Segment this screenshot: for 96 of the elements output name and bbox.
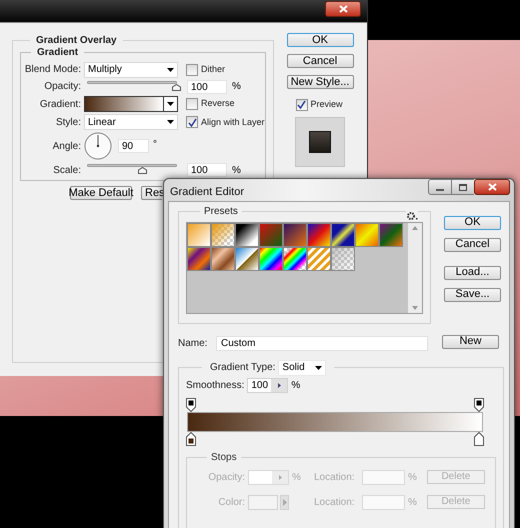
close-icon [338, 5, 348, 13]
dialog-button[interactable]: Cancel [286, 54, 354, 68]
dialog-button[interactable]: OK [286, 33, 354, 47]
gradient-swatch[interactable] [331, 246, 355, 270]
gradient-swatch[interactable] [187, 222, 211, 246]
location-field[interactable] [362, 470, 405, 484]
field-label: Location: [314, 496, 356, 510]
checkbox-label: Reverse [201, 97, 235, 110]
gradient-swatch[interactable] [235, 222, 259, 246]
field-label: Gradient Type: [210, 361, 276, 375]
dropdown-arrow-icon [167, 120, 174, 124]
dialog-button[interactable]: OK [444, 216, 501, 230]
field-label: Location: [314, 470, 356, 484]
angle-dial[interactable] [84, 132, 112, 160]
dropdown-arrow-icon [167, 68, 174, 72]
field-label: Name: [178, 337, 208, 351]
checkbox-label: Align with Layer [201, 116, 265, 129]
dialog-button[interactable]: Load... [444, 266, 501, 280]
checkbox-label: Dither [201, 62, 226, 76]
gradient-swatch[interactable] [283, 246, 307, 270]
gradient-swatch[interactable] [307, 246, 331, 270]
dialog-button[interactable]: New Style... [286, 75, 354, 89]
gradient-swatch[interactable] [187, 246, 211, 270]
field-label: Opacity: [207, 470, 245, 484]
gradient-swatch[interactable] [211, 246, 235, 270]
checkbox[interactable] [186, 98, 198, 110]
stop-color-swatch[interactable] [248, 494, 278, 510]
maximize-button[interactable] [452, 179, 474, 195]
gradient-swatch[interactable] [307, 222, 331, 246]
group-title: Stops [210, 450, 238, 464]
gradient-swatch[interactable] [211, 222, 235, 246]
field-label: Color: [217, 496, 245, 510]
checkbox[interactable] [186, 64, 198, 76]
dropdown-arrow-icon [167, 102, 174, 106]
unit-label: % [291, 378, 300, 392]
field-label: Scale: [52, 164, 81, 178]
gradient-type-select[interactable]: Solid [278, 360, 326, 376]
checkmark-icon [297, 100, 306, 110]
gradient-picker[interactable] [84, 96, 178, 112]
arrow-right-icon [282, 498, 287, 506]
color-menu-button[interactable] [280, 494, 289, 510]
gradient-swatch[interactable] [259, 222, 283, 246]
checkbox[interactable] [186, 116, 198, 128]
stop-opacity-field[interactable] [248, 470, 289, 484]
smoothness-field[interactable]: 100 [247, 378, 288, 392]
unit-label: ° [153, 138, 157, 152]
gradient-swatch[interactable] [235, 246, 259, 270]
location-field[interactable] [362, 494, 405, 510]
gradient-swatch[interactable] [355, 222, 379, 246]
field-label: Angle: [52, 140, 81, 154]
gradient-swatch[interactable] [379, 222, 403, 246]
number-field[interactable]: 90 [118, 139, 149, 154]
gradient-swatch[interactable] [283, 222, 307, 246]
gear-icon[interactable] [406, 210, 418, 220]
window-title: Gradient Editor [170, 185, 244, 200]
arrow-right-icon[interactable] [278, 382, 281, 388]
unit-label: % [408, 470, 417, 484]
name-field[interactable]: Custom [216, 336, 428, 351]
number-field[interactable]: 100 [187, 80, 227, 94]
gradient-swatch[interactable] [331, 222, 355, 246]
number-field[interactable]: 100 [187, 163, 227, 178]
unit-label: % [408, 496, 417, 510]
style-preview [294, 116, 345, 166]
unit-label: % [292, 470, 302, 484]
color-stop[interactable] [474, 398, 484, 412]
slider-thumb[interactable] [172, 84, 181, 91]
checkbox-label: Preview [310, 98, 343, 111]
dialog-button[interactable]: Save... [444, 288, 501, 302]
field-label: Gradient: [38, 98, 81, 112]
dialog-button[interactable]: Cancel [444, 238, 501, 252]
unit-label: % [232, 164, 241, 178]
section-title: Gradient Overlay [35, 34, 118, 48]
color-stop[interactable] [186, 398, 196, 412]
close-button[interactable] [325, 1, 361, 17]
make-default-button[interactable]: Make Default [70, 186, 132, 200]
gradient-swatch[interactable] [259, 246, 283, 270]
close-button[interactable] [474, 179, 510, 195]
new-button[interactable]: New [442, 334, 499, 348]
field-label: Opacity: [43, 80, 81, 94]
color-stop[interactable] [186, 432, 196, 446]
field-label: Style: [54, 116, 81, 130]
group-title: Gradient [36, 46, 80, 60]
checkbox[interactable] [296, 98, 308, 111]
gradient-bar[interactable] [187, 412, 483, 432]
unit-label: % [232, 80, 241, 94]
field-label: Smoothness: [186, 378, 244, 392]
scale-slider[interactable] [87, 162, 177, 174]
close-icon [488, 183, 496, 191]
field-label: Blend Mode: [24, 63, 81, 78]
style-select[interactable]: Linear [84, 114, 178, 130]
group-title: Presets [203, 204, 239, 218]
checkmark-icon [188, 118, 196, 127]
minimize-button[interactable] [428, 179, 452, 195]
blend-mode-select[interactable]: Multiply [84, 62, 178, 78]
dropdown-arrow-icon [315, 366, 322, 370]
color-stop[interactable] [474, 432, 484, 446]
